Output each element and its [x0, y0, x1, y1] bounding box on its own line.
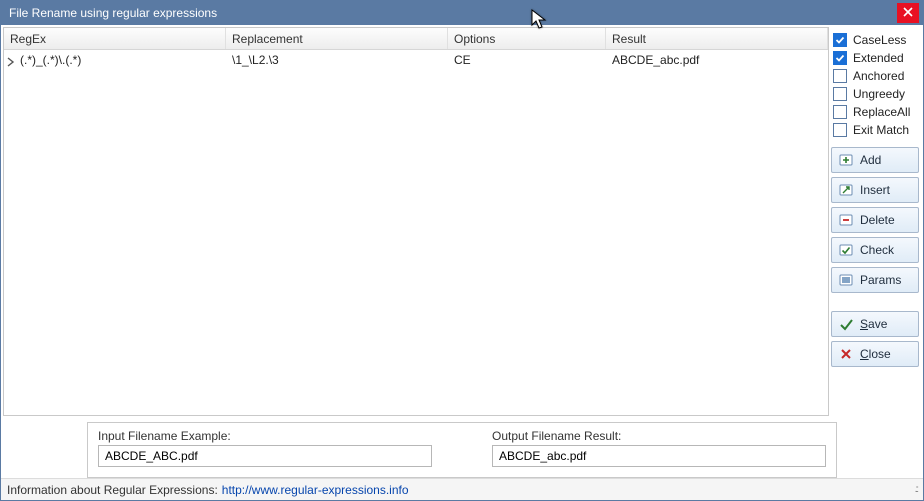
checkbox-label: CaseLess — [853, 33, 906, 47]
check-button[interactable]: Check — [831, 237, 919, 263]
button-label: Close — [860, 347, 912, 361]
checkbox-replaceall[interactable]: ReplaceAll — [833, 105, 917, 119]
header-options[interactable]: Options — [448, 28, 606, 49]
checkbox-anchored[interactable]: Anchored — [833, 69, 917, 83]
add-button[interactable]: Add — [831, 147, 919, 173]
checkbox-icon — [833, 87, 847, 101]
options-group: CaseLess Extended Anchored Ungreedy Repl… — [831, 29, 919, 147]
input-example-field: Input Filename Example: — [98, 429, 432, 467]
check-icon — [838, 242, 854, 258]
button-label: Params — [860, 273, 912, 287]
cell-regex: (.*)_(.*)\.(.*) — [20, 53, 81, 67]
main-area: RegEx Replacement Options Result (.*)_(.… — [1, 25, 923, 418]
insert-button[interactable]: Insert — [831, 177, 919, 203]
params-icon — [838, 272, 854, 288]
checkbox-icon — [833, 51, 847, 65]
right-panel: CaseLess Extended Anchored Ungreedy Repl… — [831, 25, 923, 418]
save-icon — [838, 316, 854, 332]
rules-table: RegEx Replacement Options Result (.*)_(.… — [3, 27, 829, 416]
checkbox-label: Exit Match — [853, 123, 909, 137]
button-label: Save — [860, 317, 912, 331]
table-header: RegEx Replacement Options Result — [4, 28, 828, 50]
checkbox-icon — [833, 69, 847, 83]
close-button[interactable]: Close — [831, 341, 919, 367]
resize-grip-icon[interactable]: .:: — [915, 484, 917, 495]
close-icon — [838, 346, 854, 362]
cell-options: CE — [454, 53, 471, 67]
input-example-input[interactable] — [98, 445, 432, 467]
chevron-right-icon — [6, 56, 16, 70]
checkbox-icon — [833, 33, 847, 47]
output-result-input[interactable] — [492, 445, 826, 467]
header-replacement[interactable]: Replacement — [226, 28, 448, 49]
cell-result: ABCDE_abc.pdf — [612, 53, 699, 67]
checkbox-icon — [833, 105, 847, 119]
delete-icon — [838, 212, 854, 228]
header-result[interactable]: Result — [606, 28, 828, 49]
checkbox-icon — [833, 123, 847, 137]
delete-button[interactable]: Delete — [831, 207, 919, 233]
table-row[interactable]: (.*)_(.*)\.(.*) \1_\L2.\3 CE ABCDE_abc.p… — [4, 50, 828, 70]
output-result-field: Output Filename Result: — [492, 429, 826, 467]
input-example-label: Input Filename Example: — [98, 429, 432, 443]
checkbox-label: ReplaceAll — [853, 105, 910, 119]
checkbox-caseless[interactable]: CaseLess — [833, 33, 917, 47]
title-bar: File Rename using regular expressions — [1, 1, 923, 25]
close-icon — [903, 6, 913, 20]
status-text: Information about Regular Expressions: — [7, 483, 218, 497]
output-result-label: Output Filename Result: — [492, 429, 826, 443]
params-button[interactable]: Params — [831, 267, 919, 293]
info-link[interactable]: http://www.regular-expressions.info — [222, 483, 409, 497]
checkbox-label: Ungreedy — [853, 87, 905, 101]
header-regex[interactable]: RegEx — [4, 28, 226, 49]
button-group: Add Insert Delete Check Params Save — [831, 147, 919, 367]
example-group: Input Filename Example: Output Filename … — [87, 422, 837, 478]
window-title: File Rename using regular expressions — [5, 6, 897, 20]
status-bar: Information about Regular Expressions: h… — [1, 478, 923, 500]
save-button[interactable]: Save — [831, 311, 919, 337]
checkbox-label: Extended — [853, 51, 904, 65]
checkbox-extended[interactable]: Extended — [833, 51, 917, 65]
checkbox-ungreedy[interactable]: Ungreedy — [833, 87, 917, 101]
button-label: Delete — [860, 213, 912, 227]
cell-replacement: \1_\L2.\3 — [232, 53, 279, 67]
checkbox-exitmatch[interactable]: Exit Match — [833, 123, 917, 137]
table-body: (.*)_(.*)\.(.*) \1_\L2.\3 CE ABCDE_abc.p… — [4, 50, 828, 415]
close-window-button[interactable] — [897, 3, 919, 23]
insert-icon — [838, 182, 854, 198]
button-label: Check — [860, 243, 912, 257]
checkbox-label: Anchored — [853, 69, 904, 83]
button-label: Insert — [860, 183, 912, 197]
add-icon — [838, 152, 854, 168]
button-label: Add — [860, 153, 912, 167]
